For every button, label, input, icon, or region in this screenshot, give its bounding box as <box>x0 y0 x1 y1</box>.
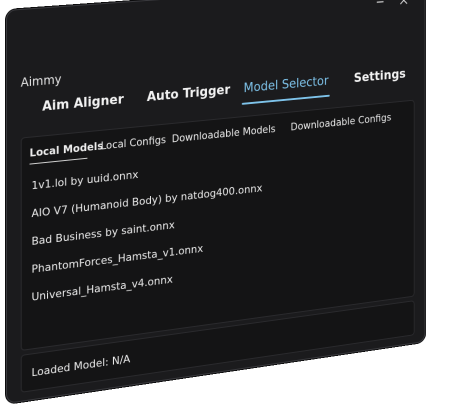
list-item[interactable]: 1v1.lol by uuid.onnx <box>31 168 138 192</box>
window-controls <box>374 0 409 9</box>
stage: Aimmy Aim Aligner Auto Trigger Model Sel… <box>0 0 474 405</box>
tab-aim-aligner[interactable]: Aim Aligner <box>42 89 124 119</box>
minimize-icon[interactable] <box>374 0 386 9</box>
subtab-local-configs[interactable]: Local Configs <box>101 134 166 152</box>
loaded-model-label: Loaded Model: N/A <box>31 352 131 380</box>
tab-auto-trigger[interactable]: Auto Trigger <box>147 79 230 109</box>
subtab-downloadable-models[interactable]: Downloadable Models <box>172 123 276 145</box>
list-item[interactable]: PhantomForces_Hamsta_v1.onnx <box>31 242 203 276</box>
subtab-local-models[interactable]: Local Models <box>30 140 104 159</box>
tab-settings[interactable]: Settings <box>354 64 406 90</box>
title-bar[interactable] <box>7 0 425 41</box>
list-item[interactable]: Universal_Hamsta_v4.onnx <box>31 273 172 304</box>
list-item[interactable]: Bad Business by saint.onnx <box>31 218 174 248</box>
app-window: Aimmy Aim Aligner Auto Trigger Model Sel… <box>6 0 426 404</box>
close-icon[interactable] <box>398 0 410 7</box>
app-title: Aimmy <box>20 72 62 90</box>
subtab-downloadable-configs[interactable]: Downloadable Configs <box>291 112 392 133</box>
